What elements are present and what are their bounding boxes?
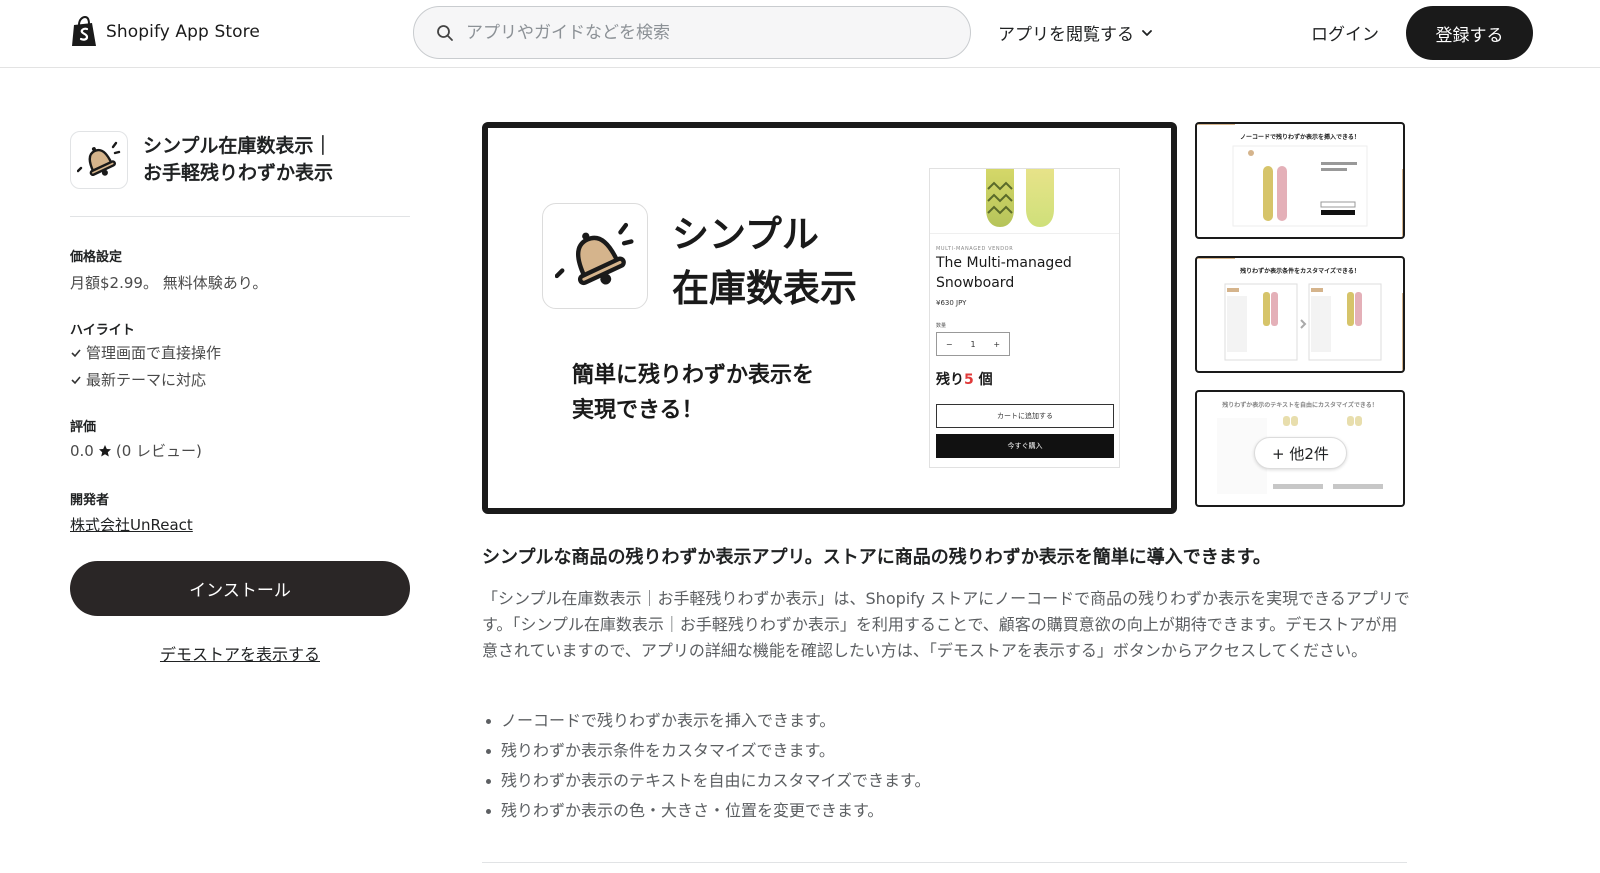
hero-app-icon xyxy=(542,203,648,309)
hero-title-line2: 在庫数表示 xyxy=(672,267,857,310)
search-icon xyxy=(437,24,453,41)
stock-remaining-text: 残り5 個 xyxy=(936,369,993,389)
product-vendor: MULTI-MANAGED VENDOR xyxy=(936,246,1014,252)
view-demo-store-link[interactable]: デモストアを表示する xyxy=(70,641,410,665)
buy-now-preview: 今すぐ購入 xyxy=(936,434,1114,458)
brand-name: Shopify App Store xyxy=(106,22,260,42)
description-body: 「シンプル在庫数表示｜お手軽残りわずか表示」は、Shopify ストアにノーコー… xyxy=(482,589,1410,660)
check-icon xyxy=(71,375,81,384)
highlight-text: 最新テーマに対応 xyxy=(86,371,207,389)
feature-text: 残りわずか表示のテキストを自由にカスタマイズできます。 xyxy=(501,771,931,790)
main-screenshot[interactable]: シンプル 在庫数表示 簡単に残りわずか表示を 実現できる！ MULTI-MANA… xyxy=(482,122,1177,514)
star-icon xyxy=(98,444,111,456)
list-item: ノーコードで残りわずか表示を挿入できます。 xyxy=(482,706,930,736)
remain-number: 5 xyxy=(964,372,974,388)
remain-suffix: 個 xyxy=(973,372,993,388)
rating-value: 0.0 xyxy=(70,441,94,460)
top-header: Shopify App Store アプリを閲覧する ログイン 登録する xyxy=(0,0,1600,68)
rating-label: 評価 xyxy=(70,420,97,435)
feature-list: ノーコードで残りわずか表示を挿入できます。 残りわずか表示条件をカスタマイズでき… xyxy=(482,706,930,826)
developer-label: 開発者 xyxy=(70,493,110,508)
browse-apps-menu[interactable]: アプリを閲覧する xyxy=(998,20,1154,45)
quantity-label: 数量 xyxy=(936,323,947,329)
accent-stripe xyxy=(977,508,1177,514)
app-title: シンプル在庫数表示｜ お手軽残りわずか表示 xyxy=(143,133,423,187)
app-title-line2: お手軽残りわずか表示 xyxy=(143,162,334,184)
pricing-label: 価格設定 xyxy=(70,250,123,265)
developer-link[interactable]: 株式会社UnReact xyxy=(70,514,193,535)
hero-subtitle-line1: 簡単に残りわずか表示を xyxy=(572,363,815,388)
screenshot-thumbnail-1[interactable]: ノーコードで残りわずか表示を挿入できる！ xyxy=(1195,122,1405,239)
more-screenshots-button[interactable]: + 他2件 xyxy=(1254,437,1347,469)
check-icon xyxy=(71,348,81,357)
thumbnail-preview xyxy=(1224,283,1382,361)
product-name: The Multi-managed Snowboard xyxy=(936,255,1072,291)
highlight-item: 管理画面で直接操作 xyxy=(70,342,221,363)
product-card-preview: MULTI-MANAGED VENDOR The Multi-managed S… xyxy=(929,168,1120,468)
shopify-bag-icon xyxy=(72,16,96,46)
description-headline: シンプルな商品の残りわずか表示アプリ。ストアに商品の残りわずか表示を簡単に導入で… xyxy=(482,547,1271,568)
bullet-icon xyxy=(486,778,491,784)
shopify-logo[interactable]: Shopify App Store xyxy=(70,16,260,48)
install-button[interactable]: インストール xyxy=(70,561,410,616)
accent-stripe xyxy=(1171,288,1177,514)
plus-icon: + xyxy=(993,339,1001,349)
list-item: 残りわずか表示の色・大きさ・位置を変更できます。 xyxy=(482,796,930,826)
remain-prefix: 残り xyxy=(936,372,964,388)
list-item: 残りわずか表示のテキストを自由にカスタマイズできます。 xyxy=(482,766,930,796)
screenshot-thumbnail-2[interactable]: 残りわずか表示条件をカスタマイズできる！ xyxy=(1195,256,1405,373)
minus-icon: − xyxy=(945,339,953,349)
feature-text: 残りわずか表示の色・大きさ・位置を変更できます。 xyxy=(501,801,884,820)
feature-text: 残りわずか表示条件をカスタマイズできます。 xyxy=(501,741,835,760)
divider xyxy=(70,216,410,217)
snowboard-image xyxy=(930,169,1119,234)
app-title-line1: シンプル在庫数表示｜ xyxy=(143,135,333,157)
divider xyxy=(482,862,1407,863)
bullet-icon xyxy=(486,748,491,754)
signup-button[interactable]: 登録する xyxy=(1406,6,1533,60)
rating: 0.0 (0 レビュー) xyxy=(70,440,202,461)
highlights-label: ハイライト xyxy=(70,323,135,338)
hero-title: シンプル 在庫数表示 xyxy=(672,208,857,316)
app-icon xyxy=(70,131,128,189)
accent-stripe xyxy=(482,122,488,315)
chevron-down-icon xyxy=(1142,29,1152,36)
quantity-stepper: − 1 + xyxy=(936,332,1010,356)
search-bar[interactable] xyxy=(413,6,971,59)
hero-subtitle: 簡単に残りわずか表示を 実現できる！ xyxy=(572,358,814,428)
bullet-icon xyxy=(486,718,491,724)
add-to-cart-preview: カートに追加する xyxy=(936,404,1114,428)
list-item: 残りわずか表示条件をカスタマイズできます。 xyxy=(482,736,930,766)
feature-text: ノーコードで残りわずか表示を挿入できます。 xyxy=(501,711,836,730)
login-link[interactable]: ログイン xyxy=(1311,20,1379,45)
thumbnail-preview xyxy=(1232,145,1368,227)
search-input[interactable] xyxy=(466,22,946,43)
highlight-item: 最新テーマに対応 xyxy=(70,369,206,390)
bell-icon xyxy=(555,222,634,286)
highlight-text: 管理画面で直接操作 xyxy=(86,344,222,362)
accent-stripe xyxy=(482,122,678,128)
quantity-value: 1 xyxy=(970,339,976,349)
bell-icon xyxy=(77,141,121,177)
bullet-icon xyxy=(486,808,491,814)
pricing-value: 月額$2.99。 無料体験あり。 xyxy=(70,274,268,292)
browse-apps-label: アプリを閲覧する xyxy=(998,25,1134,45)
product-price: ¥630 JPY xyxy=(936,299,967,307)
hero-title-line1: シンプル xyxy=(672,213,819,256)
rating-reviews-link[interactable]: (0 レビュー) xyxy=(116,440,202,461)
hero-subtitle-line2: 実現できる！ xyxy=(572,398,704,423)
